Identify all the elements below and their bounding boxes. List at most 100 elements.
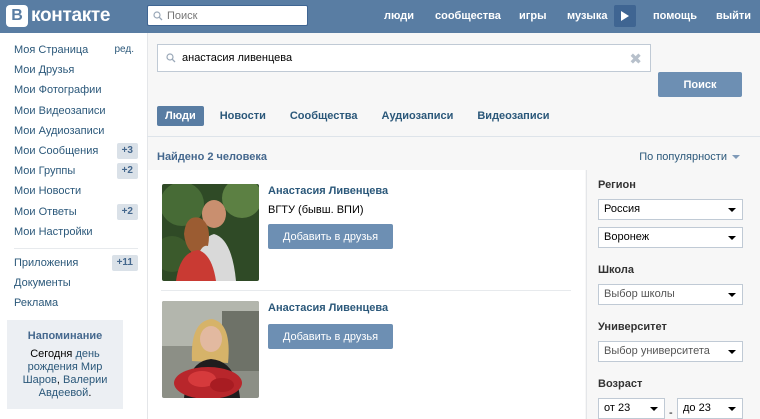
sort-label: По популярности — [639, 151, 727, 163]
chevron-down-icon — [728, 208, 736, 212]
reminder-comma: , — [56, 374, 60, 386]
search-tabs: Люди Новости Сообщества Аудиозаписи Виде… — [157, 106, 565, 126]
header-search-input[interactable] — [167, 9, 297, 22]
menu-documents[interactable]: Документы — [14, 275, 138, 295]
tab-communities[interactable]: Сообщества — [282, 106, 366, 126]
city-select[interactable]: Воронеж — [598, 227, 743, 248]
birthday-reminder: Напоминание Сегодня день рождения Мир Ша… — [7, 320, 123, 409]
people-search-input[interactable] — [182, 52, 622, 64]
country-value: Россия — [604, 203, 641, 215]
results-count: Найдено 2 человека — [157, 151, 267, 163]
menu-my-messages[interactable]: Мои Сообщения +3 — [14, 142, 138, 163]
chevron-down-icon — [650, 407, 658, 411]
nav-communities[interactable]: сообщества — [435, 0, 501, 33]
counter-badge: +11 — [111, 254, 138, 271]
results-list: Анастасия Ливенцева ВГТУ (бывш. ВПИ) Доб… — [148, 170, 585, 419]
university-label: Университет — [598, 321, 667, 333]
chevron-down-icon — [732, 155, 740, 160]
menu-label: Мои Фотографии — [14, 84, 102, 97]
menu-label: Моя Страница — [14, 44, 89, 56]
result-divider — [161, 290, 571, 291]
nav-games[interactable]: игры — [519, 0, 546, 33]
edit-link[interactable]: ред. — [114, 42, 134, 58]
menu-label: Реклама — [14, 297, 59, 310]
music-play-button[interactable] — [614, 5, 636, 27]
vk-logo[interactable]: В контакте — [6, 4, 111, 28]
avatar[interactable] — [162, 301, 259, 398]
menu-my-page[interactable]: Моя Страница ред. — [14, 42, 138, 62]
add-friend-button[interactable]: Добавить в друзья — [268, 324, 393, 349]
school-select[interactable]: Выбор школы — [598, 284, 743, 305]
add-friend-button[interactable]: Добавить в друзья — [268, 224, 393, 249]
menu-my-videos[interactable]: Мои Видеозаписи — [14, 103, 138, 123]
menu-label: Приложения — [14, 256, 79, 269]
header-search-box[interactable] — [147, 5, 308, 26]
menu-label: Мои Сообщения — [14, 144, 99, 157]
avatar[interactable] — [162, 184, 259, 281]
menu-apps[interactable]: Приложения +11 — [14, 254, 138, 275]
menu-label: Мои Ответы — [14, 205, 77, 218]
menu-divider — [14, 247, 138, 249]
chevron-down-icon — [728, 293, 736, 297]
nav-logout[interactable]: выйти — [716, 0, 751, 33]
age-to-value: до 23 — [683, 402, 711, 414]
person-result: Анастасия Ливенцева ВГТУ (бывш. ВПИ) Доб… — [162, 184, 582, 284]
left-menu: Моя Страница ред. Мои Друзья Мои Фотограф… — [14, 42, 138, 315]
age-from-select[interactable]: от 23 — [598, 398, 665, 419]
search-button[interactable]: Поиск — [658, 72, 742, 97]
menu-label: Мои Группы — [14, 165, 76, 178]
menu-label: Мои Настройки — [14, 225, 93, 238]
menu-label: Мои Друзья — [14, 64, 75, 77]
nav-music[interactable]: музыка — [567, 0, 607, 33]
person-university: ВГТУ (бывш. ВПИ) — [268, 204, 364, 216]
play-icon — [621, 11, 629, 21]
menu-label: Мои Аудиозаписи — [14, 124, 105, 137]
clear-icon[interactable]: ✖ — [629, 50, 642, 68]
menu-my-news[interactable]: Мои Новости — [14, 183, 138, 203]
tab-people[interactable]: Люди — [157, 106, 204, 126]
menu-my-audio[interactable]: Мои Аудиозаписи — [14, 123, 138, 143]
reminder-title: Напоминание — [27, 330, 103, 342]
person-name-link[interactable]: Анастасия Ливенцева — [268, 302, 388, 314]
region-label: Регион — [598, 179, 636, 191]
menu-my-friends[interactable]: Мои Друзья — [14, 62, 138, 82]
menu-ads[interactable]: Реклама — [14, 295, 138, 315]
tab-news[interactable]: Новости — [212, 106, 274, 126]
menu-my-settings[interactable]: Мои Настройки — [14, 224, 138, 244]
person-result: Анастасия Ливенцева Добавить в друзья — [162, 301, 582, 401]
university-select[interactable]: Выбор университета — [598, 341, 743, 362]
country-select[interactable]: Россия — [598, 199, 743, 220]
vk-logo-text: контакте — [31, 5, 111, 26]
menu-my-groups[interactable]: Мои Группы +2 — [14, 163, 138, 183]
menu-my-photos[interactable]: Мои Фотографии — [14, 82, 138, 102]
person-name-link[interactable]: Анастасия Ливенцева — [268, 185, 388, 197]
sort-dropdown[interactable]: По популярности — [639, 151, 740, 163]
nav-help[interactable]: помощь — [653, 0, 697, 33]
tabs-divider — [147, 136, 760, 137]
search-filters: Регион Россия Воронеж Школа Выбор школы … — [586, 170, 760, 419]
age-label: Возраст — [598, 378, 643, 390]
people-search-box[interactable]: ✖ — [157, 44, 651, 72]
counter-badge: +3 — [116, 142, 138, 159]
search-icon — [153, 10, 163, 20]
nav-people[interactable]: люди — [384, 0, 414, 33]
reminder-text-part: Сегодня — [30, 348, 73, 360]
results-summary-bar: Найдено 2 человека По популярности — [147, 145, 750, 169]
menu-label: Мои Видеозаписи — [14, 104, 106, 117]
city-value: Воронеж — [604, 231, 650, 243]
reminder-period: . — [88, 387, 92, 399]
counter-badge: +2 — [116, 163, 138, 180]
chevron-down-icon — [728, 350, 736, 354]
vk-logo-badge: В — [6, 5, 28, 27]
menu-label: Документы — [14, 277, 71, 290]
tab-video[interactable]: Видеозаписи — [469, 106, 557, 126]
chevron-down-icon — [728, 236, 736, 240]
tab-audio[interactable]: Аудиозаписи — [374, 106, 462, 126]
school-value: Выбор школы — [604, 288, 675, 300]
age-to-select[interactable]: до 23 — [677, 398, 743, 419]
reminder-text: Сегодня день рождения Мир Шаров, Валерии… — [7, 348, 123, 400]
top-header-bar: В контакте люди сообщества игры музыка п… — [0, 0, 760, 33]
menu-my-answers[interactable]: Мои Ответы +2 — [14, 203, 138, 224]
university-value: Выбор университета — [604, 345, 710, 357]
counter-badge: +2 — [116, 203, 138, 220]
